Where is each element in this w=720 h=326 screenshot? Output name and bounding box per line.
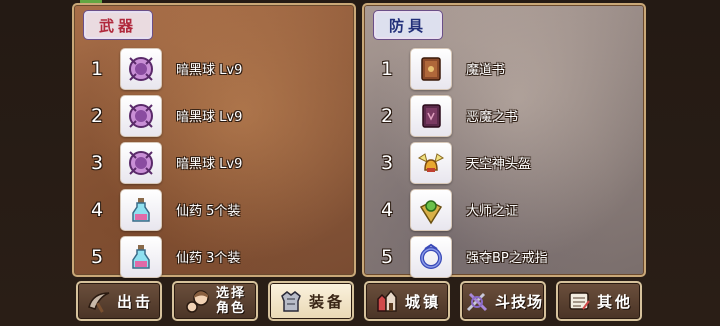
rank-number: 5 (380, 245, 394, 268)
weapon-row-5[interactable]: 5 仙药 3个装 (74, 233, 354, 280)
rank-number: 2 (380, 104, 394, 127)
rank-number: 3 (90, 151, 104, 174)
equipment-button[interactable]: 装备 (268, 281, 354, 321)
other-button[interactable]: 其他 (556, 281, 642, 321)
weapon-row-4[interactable]: 4 仙药 5个装 (74, 186, 354, 233)
bottom-nav: 出击 选择 角色 装备 城镇 斗技场 其他 (76, 281, 642, 323)
dark-orb-icon (120, 94, 162, 137)
select-character-line2: 角色 (215, 301, 246, 316)
item-name: 暗黑球 Lv9 (176, 157, 243, 172)
armor-icon (281, 291, 301, 312)
item-name: 仙药 3个装 (176, 251, 241, 266)
armor-row-1[interactable]: 1 魔道书 (364, 45, 644, 92)
castle-icon (377, 289, 397, 312)
rank-number: 3 (380, 151, 394, 174)
item-name: 魔道书 (466, 63, 506, 78)
select-character-label: 选择 角色 (216, 286, 246, 316)
select-character-line1: 选择 (215, 286, 246, 301)
dark-orb-icon (120, 141, 162, 184)
demon-book-icon (410, 94, 452, 137)
weapon-row-1[interactable]: 1 暗黑球 Lv9 (74, 45, 354, 92)
arena-label: 斗技场 (494, 292, 543, 311)
armor-row-5[interactable]: 5 强夺BP之戒指 (364, 233, 644, 280)
weapon-row-3[interactable]: 3 暗黑球 Lv9 (74, 139, 354, 186)
item-name: 强夺BP之戒指 (466, 251, 548, 266)
equipment-label: 装备 (308, 292, 345, 311)
armor-row-3[interactable]: 3 天空神头盔 (364, 139, 644, 186)
weapon-row-2[interactable]: 2 暗黑球 Lv9 (74, 92, 354, 139)
arena-button[interactable]: 斗技场 (460, 281, 546, 321)
rank-number: 1 (90, 57, 104, 80)
town-label: 城镇 (404, 292, 441, 311)
scythe-icon (88, 292, 110, 313)
rank-number: 2 (90, 104, 104, 127)
character-icon (186, 290, 209, 313)
item-name: 恶魔之书 (466, 110, 519, 125)
item-name: 暗黑球 Lv9 (176, 110, 243, 125)
ring-icon (410, 235, 452, 278)
rank-number: 4 (380, 198, 394, 221)
item-name: 仙药 5个装 (176, 204, 241, 219)
equipment-screen: 武器 1 暗黑球 Lv9 2 暗黑球 Lv9 3 暗黑球 Lv9 4 仙药 5个… (0, 0, 720, 326)
sortie-button[interactable]: 出击 (76, 281, 162, 321)
armor-row-2[interactable]: 2 恶魔之书 (364, 92, 644, 139)
rank-number: 1 (380, 57, 394, 80)
master-medal-icon (410, 188, 452, 231)
weapons-tab-title: 武器 (84, 11, 152, 39)
other-label: 其他 (596, 292, 633, 311)
rank-number: 4 (90, 198, 104, 221)
select-character-button[interactable]: 选择 角色 (172, 281, 258, 321)
potion-icon (120, 235, 162, 278)
grimoire-icon (410, 47, 452, 90)
town-button[interactable]: 城镇 (364, 281, 450, 321)
item-name: 大师之证 (466, 204, 519, 219)
armor-tab-title: 防具 (374, 11, 442, 39)
swords-icon (466, 292, 488, 312)
item-name: 暗黑球 Lv9 (176, 63, 243, 78)
dark-orb-icon (120, 47, 162, 90)
item-name: 天空神头盔 (466, 157, 532, 172)
armor-panel: 防具 1 魔道书 2 恶魔之书 3 天空神头盔 4 大师之证 5 强夺BP之戒指 (362, 3, 646, 280)
potion-icon (120, 188, 162, 231)
sortie-label: 出击 (116, 292, 153, 311)
weapons-panel: 武器 1 暗黑球 Lv9 2 暗黑球 Lv9 3 暗黑球 Lv9 4 仙药 5个… (72, 3, 356, 280)
scroll-icon (569, 292, 590, 310)
armor-row-4[interactable]: 4 大师之证 (364, 186, 644, 233)
rank-number: 5 (90, 245, 104, 268)
winged-helmet-icon (410, 141, 452, 184)
